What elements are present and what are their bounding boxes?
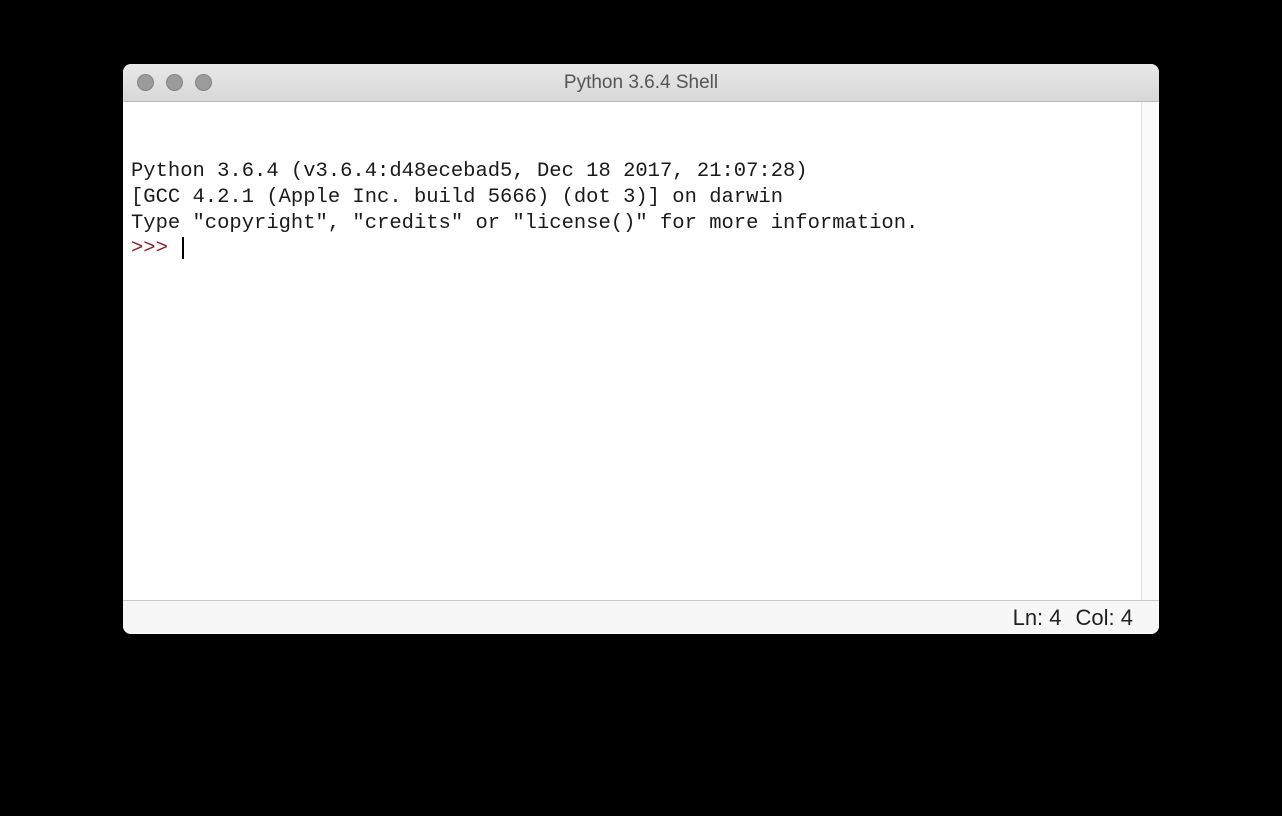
prompt: >>>: [131, 237, 180, 260]
shell-line: Type "copyright", "credits" or "license(…: [131, 211, 1133, 237]
zoom-icon[interactable]: [195, 74, 212, 91]
status-column-number: Col: 4: [1076, 605, 1133, 631]
status-bar: Ln: 4 Col: 4: [123, 600, 1159, 634]
shell-line: [GCC 4.2.1 (Apple Inc. build 5666) (dot …: [131, 185, 1133, 211]
close-icon[interactable]: [137, 74, 154, 91]
titlebar[interactable]: Python 3.6.4 Shell: [123, 64, 1159, 102]
prompt-line: >>>: [131, 236, 1133, 262]
shell-line: Python 3.6.4 (v3.6.4:d48ecebad5, Dec 18 …: [131, 159, 1133, 185]
window-controls: [123, 74, 212, 91]
status-line-number: Ln: 4: [1013, 605, 1062, 631]
shell-editor[interactable]: Python 3.6.4 (v3.6.4:d48ecebad5, Dec 18 …: [123, 102, 1141, 600]
text-cursor-icon: [182, 237, 184, 259]
window-title: Python 3.6.4 Shell: [123, 72, 1159, 94]
idle-shell-window: Python 3.6.4 Shell Python 3.6.4 (v3.6.4:…: [123, 64, 1159, 634]
minimize-icon[interactable]: [166, 74, 183, 91]
content-area: Python 3.6.4 (v3.6.4:d48ecebad5, Dec 18 …: [123, 102, 1159, 600]
vertical-scrollbar[interactable]: [1141, 102, 1159, 600]
